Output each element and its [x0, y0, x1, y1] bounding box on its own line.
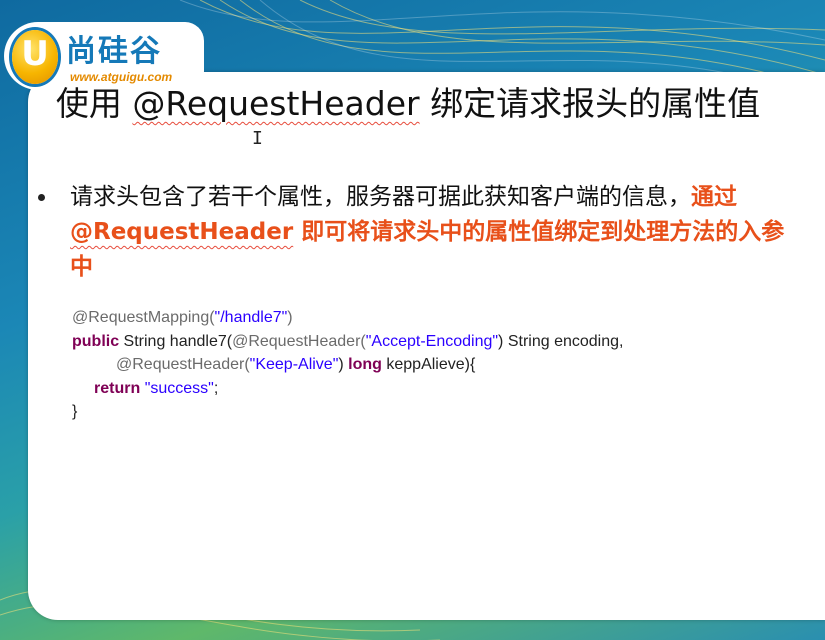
code-line-2: public String handle7(@RequestHeader("Ac…: [72, 330, 772, 354]
code-keyword: return: [94, 379, 141, 397]
title-annotation: @RequestHeader: [132, 84, 420, 123]
code-string: "success": [144, 379, 214, 397]
code-block[interactable]: @RequestMapping("/handle7") public Strin…: [72, 306, 772, 424]
title-prefix: 使用: [55, 84, 133, 123]
bullet-paragraph[interactable]: 请求头包含了若干个属性，服务器可据此获知客户端的信息，通过 @RequestHe…: [70, 180, 790, 285]
code-line-1: @RequestMapping("/handle7"): [72, 306, 772, 330]
code-string: "/handle7": [214, 309, 288, 326]
title-suffix: 绑定请求报头的属性值: [419, 84, 761, 123]
code-text: String handle7(: [119, 332, 233, 350]
code-keyword: public: [72, 332, 120, 350]
code-text: ;: [213, 379, 219, 397]
code-text: keppAlieve){: [381, 356, 476, 373]
logo-letter: U: [21, 34, 49, 74]
code-annotation: @RequestMapping(: [72, 309, 215, 326]
code-line-4: return "success";: [72, 377, 772, 401]
bullet-highlight-annotation: @RequestHeader: [70, 219, 294, 245]
code-string: "Accept-Encoding": [365, 332, 499, 350]
code-string: "Keep-Alive": [249, 356, 339, 373]
code-annotation: @RequestHeader(: [116, 356, 250, 373]
code-line-5: }: [72, 403, 78, 420]
text-cursor-icon: I: [252, 128, 263, 149]
code-keyword: long: [348, 356, 382, 373]
bullet-plain: 请求头包含了若干个属性，服务器可据此获知客户端的信息，: [70, 184, 691, 210]
code-line-3: @RequestHeader("Keep-Alive") long keppAl…: [72, 353, 772, 377]
logo-name: 尚硅谷: [66, 34, 162, 69]
code-text: ): [338, 356, 349, 373]
bullet-highlight-1: 通过: [691, 184, 737, 210]
code-annotation: @RequestHeader(: [232, 332, 366, 350]
bullet-dot-icon: [38, 194, 45, 201]
code-text: ) String encoding,: [498, 332, 624, 350]
code-paren: ): [287, 309, 293, 326]
slide-title[interactable]: 使用 @RequestHeader 绑定请求报头的属性值: [28, 82, 788, 126]
brand-logo: U 尚硅谷 www.atguigu.com: [4, 22, 204, 90]
logo-u-badge-icon: U: [12, 30, 58, 84]
